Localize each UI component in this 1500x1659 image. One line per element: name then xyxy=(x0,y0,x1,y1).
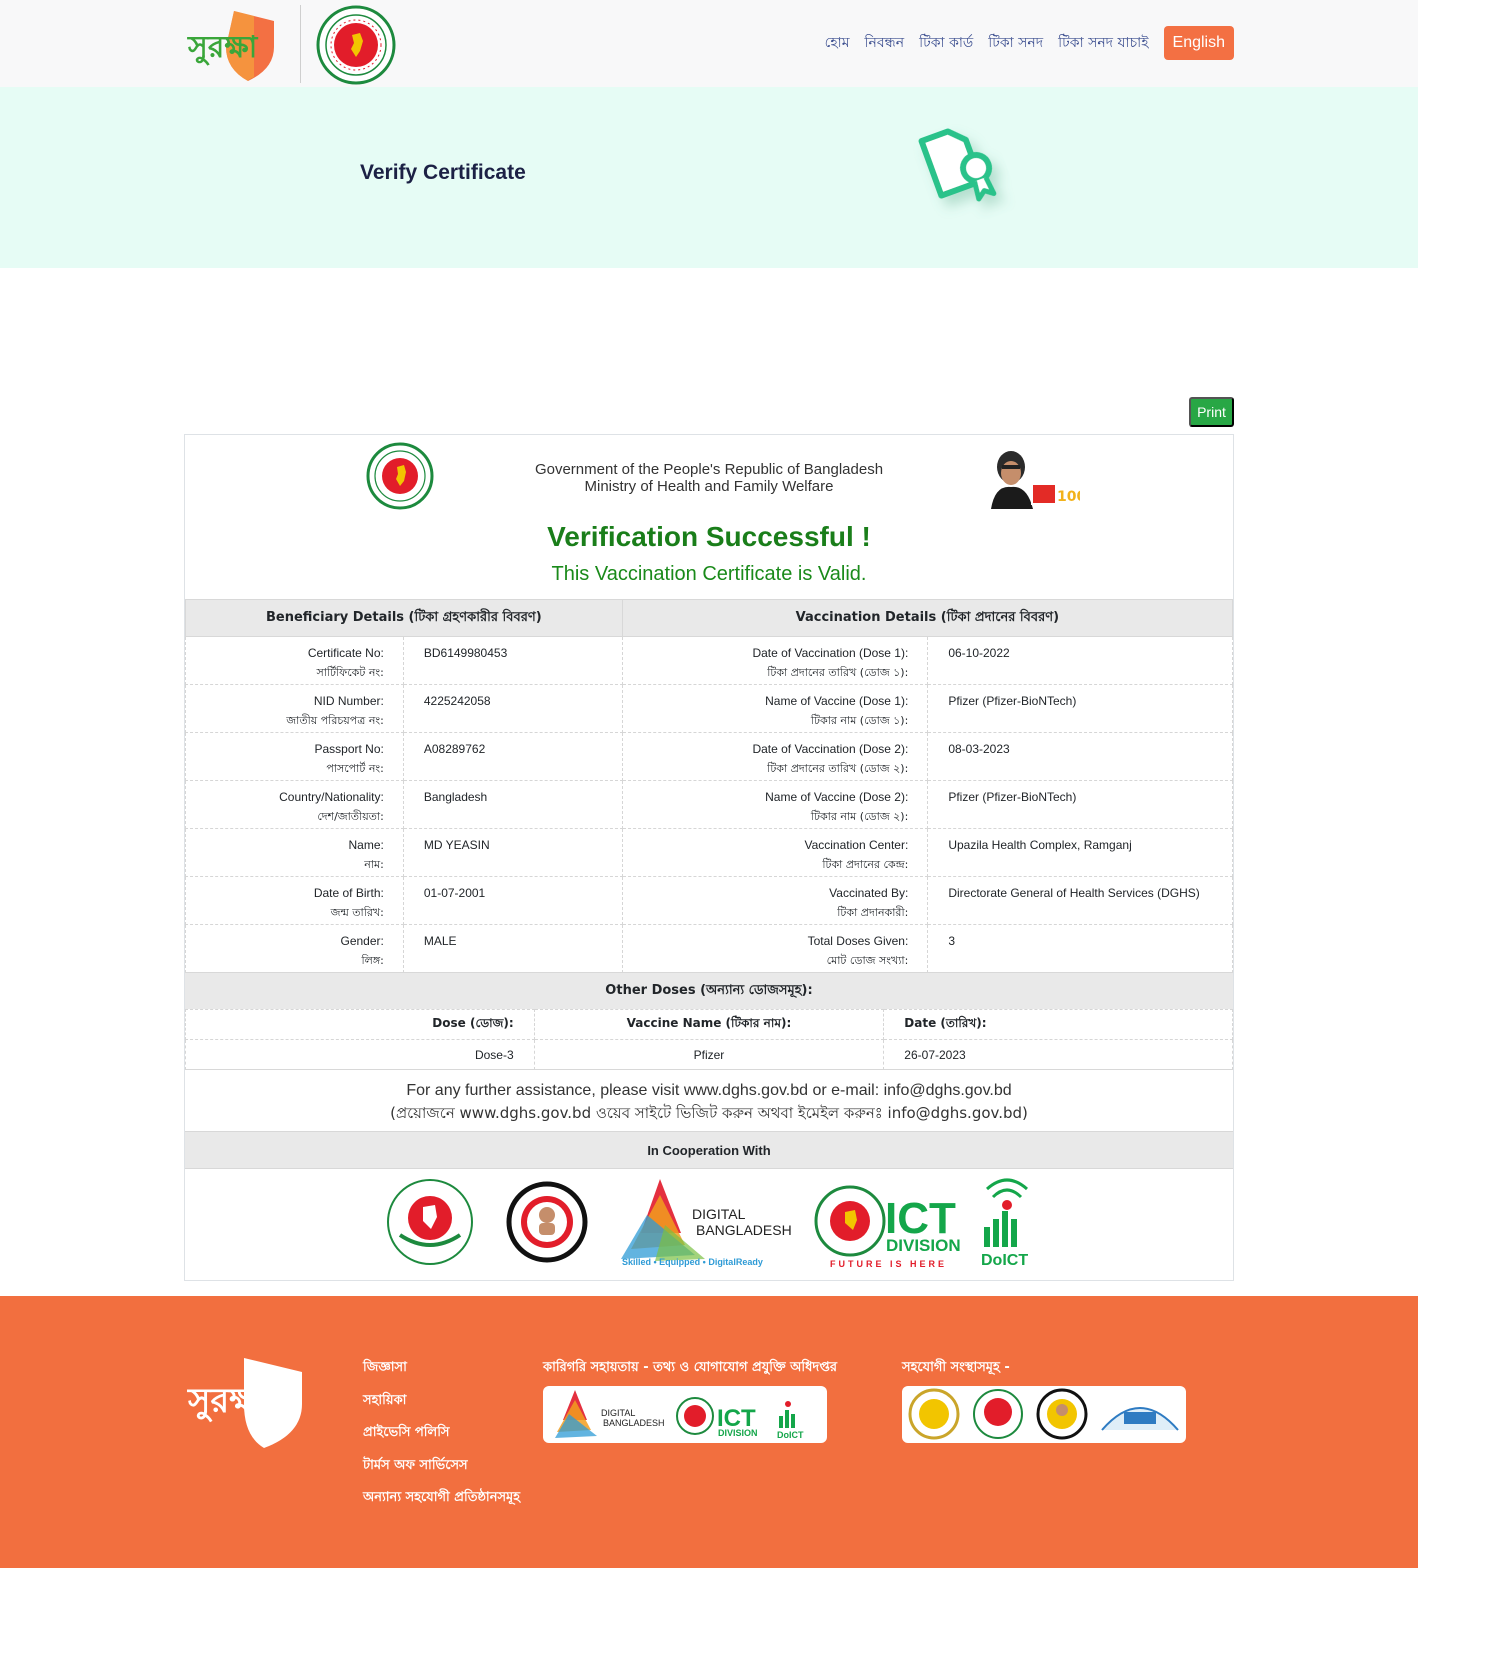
table-row: Dose-3 Pfizer 26-07-2023 xyxy=(185,1039,1233,1070)
detail-row: Certificate No: সার্টিফিকেট নং: BD6149980… xyxy=(185,636,1233,685)
detail-row: NID Number: জাতীয় পরিচয়পত্র নং: 4225242… xyxy=(185,684,1233,733)
dghs-logo xyxy=(387,1179,473,1265)
main-nav: হোম নিবন্ধন টিকা কার্ড টিকা সনদ টিকা সনদ… xyxy=(825,26,1234,60)
partners-title: সহযোগী সংস্থাসমূহ - xyxy=(902,1360,1010,1375)
svg-text:BANGLADESH: BANGLADESH xyxy=(696,1222,792,1238)
verification-certificate: 100 Government of the People's Republic … xyxy=(184,434,1234,1281)
detail-row: Country/Nationality: দেশ/জাতীয়তা: Bangla… xyxy=(185,780,1233,829)
detail-row: Name: নাম: MD YEASIN Vaccination Center: ট… xyxy=(185,828,1233,877)
print-button[interactable]: Print xyxy=(1189,397,1234,427)
svg-text:BANGLADESH: BANGLADESH xyxy=(603,1418,665,1428)
gender-value: MALE xyxy=(402,924,623,973)
surokkha-shield-logo[interactable]: সুরক্ষা xyxy=(186,7,286,83)
dose2-vaccine-value: Pfizer (Pfizer-BioNTech) xyxy=(927,780,1233,829)
vaccine-col-header: Vaccine Name (টিকার নাম): xyxy=(533,1009,885,1040)
name-value: MD YEASIN xyxy=(402,828,623,877)
vaccine-cell: Pfizer xyxy=(533,1039,885,1070)
nationality-value: Bangladesh xyxy=(402,780,623,829)
epi-logo xyxy=(506,1181,588,1263)
dose-col-header: Dose (ডোজ): xyxy=(185,1009,535,1040)
detail-row: Passport No: পাসপোর্ট নং: A08289762 Date … xyxy=(185,732,1233,781)
verification-status-subtitle: This Vaccination Certificate is Valid. xyxy=(551,563,867,585)
svg-text:Skilled • Equipped • DigitalRe: Skilled • Equipped • DigitalReady xyxy=(622,1257,763,1267)
footer-link-privacy[interactable]: প্রাইভেসি পলিসি xyxy=(363,1423,520,1456)
svg-text:DoICT: DoICT xyxy=(981,1252,1028,1269)
svg-text:DIGITAL: DIGITAL xyxy=(601,1408,635,1418)
svg-text:DoICT: DoICT xyxy=(777,1430,804,1440)
svg-text:DIVISION: DIVISION xyxy=(718,1428,758,1438)
nav-registration[interactable]: নিবন্ধন xyxy=(865,31,905,55)
dob-value: 01-07-2001 xyxy=(402,876,623,925)
digital-bangladesh-logo: DIGITAL BANGLADESH Skilled • Equipped • … xyxy=(621,1179,792,1267)
footer-link-partners[interactable]: অন্যান্য সহযোগী প্রতিষ্ঠানসমূহ xyxy=(363,1488,520,1521)
vaccinated-by-value: Directorate General of Health Services (… xyxy=(927,876,1233,925)
logo-divider xyxy=(300,5,301,83)
gov-line-2: Ministry of Health and Family Welfare xyxy=(584,478,834,495)
other-doses-header: Other Doses (অন্যান্য ডোজসমূহ): xyxy=(185,972,1233,1009)
assistance-bangla: (প্রয়োজনে www.dghs.gov.bd ওয়েব সাইটে ভ… xyxy=(390,1104,1028,1122)
dose1-vaccine-value: Pfizer (Pfizer-BioNTech) xyxy=(927,684,1233,733)
language-toggle-button[interactable]: English xyxy=(1163,26,1234,60)
gov-line-1: Government of the People's Republic of B… xyxy=(534,461,884,478)
tech-support-title: কারিগরি সহায়তায় - তথ্য ও যোগাযোগ প্রযু… xyxy=(543,1360,838,1375)
assistance-english: For any further assistance, please visit… xyxy=(406,1082,1012,1099)
beneficiary-details-header: Beneficiary Details (টিকা গ্রহণকারীর বিব… xyxy=(185,599,623,637)
svg-text:DIVISION: DIVISION xyxy=(886,1236,961,1255)
top-navbar: সুরক্ষা হোম নিবন্ধন টিকা কার্ড টিকা সনদ … xyxy=(0,0,1418,87)
verification-status-title: Verification Successful ! xyxy=(547,521,871,552)
nav-vaccine-card[interactable]: টিকা কার্ড xyxy=(919,31,973,55)
partner-logos[interactable] xyxy=(902,1386,1186,1443)
footer-link-faq[interactable]: জিজ্ঞাসা xyxy=(363,1358,520,1391)
cooperation-logos: DIGITAL BANGLADESH Skilled • Equipped • … xyxy=(387,1178,1028,1269)
footer-links: জিজ্ঞাসা সহায়িকা প্রাইভেসি পলিসি টার্মস… xyxy=(363,1358,520,1521)
tech-support-logos[interactable]: DIGITAL BANGLADESH ICT DIVISION DoICT xyxy=(543,1386,827,1443)
certificate-no-value: BD6149980453 xyxy=(402,636,623,685)
date-col-header: Date (তারিখ): xyxy=(883,1009,1233,1040)
nav-vaccine-certificate[interactable]: টিকা সনদ xyxy=(988,31,1043,55)
footer-link-terms[interactable]: টার্মস অফ সার্ভিসেস xyxy=(363,1456,520,1489)
vaccination-details-header: Vaccination Details (টিকা প্রদানের বিবরণ… xyxy=(621,599,1234,637)
svg-text:DIGITAL: DIGITAL xyxy=(692,1206,746,1222)
date-cell: 26-07-2023 xyxy=(883,1039,1233,1070)
brand-logos[interactable]: সুরক্ষা xyxy=(186,5,398,85)
svg-text:FUTURE IS HERE: FUTURE IS HERE xyxy=(830,1259,947,1269)
dose-cell: Dose-3 xyxy=(185,1039,535,1070)
govt-seal-icon xyxy=(316,5,396,85)
cooperation-header: In Cooperation With xyxy=(185,1131,1233,1169)
svg-text:সুরক্ষা: সুরক্ষা xyxy=(187,30,259,66)
other-doses-table: Dose (ডোজ): Vaccine Name (টিকার নাম): Da… xyxy=(185,1009,1233,1070)
hero-banner: Verify Certificate xyxy=(0,87,1418,268)
total-doses-value: 3 xyxy=(927,924,1233,973)
ict-division-logo: ICT DIVISION FUTURE IS HERE xyxy=(814,1185,961,1269)
passport-value: A08289762 xyxy=(402,732,623,781)
footer-link-help[interactable]: সহায়িকা xyxy=(363,1391,520,1424)
dose1-date-value: 06-10-2022 xyxy=(927,636,1233,685)
doict-logo: DoICT xyxy=(981,1178,1028,1269)
nav-home[interactable]: হোম xyxy=(825,31,850,55)
detail-row: Gender: লিঙ্গ: MALE Total Doses Given: মোট… xyxy=(185,924,1233,973)
footer: সুরক্ষা . জিজ্ঞাসা সহায়িকা প্রাইভেসি পল… xyxy=(0,1296,1418,1568)
page-title: Verify Certificate xyxy=(360,161,526,184)
nid-value: 4225242058 xyxy=(402,684,623,733)
detail-row: Date of Birth: জন্ম তারিখ: 01-07-2001 Vac… xyxy=(185,876,1233,925)
vaccination-center-value: Upazila Health Complex, Ramganj xyxy=(927,828,1233,877)
dose2-date-value: 08-03-2023 xyxy=(927,732,1233,781)
details-table: Beneficiary Details (টিকা গ্রহণকারীর বিব… xyxy=(185,599,1234,973)
assistance-note: For any further assistance, please visit… xyxy=(185,1069,1233,1131)
surokkha-footer-logo[interactable]: সুরক্ষা . xyxy=(186,1354,306,1450)
certificate-icon xyxy=(918,128,997,202)
nav-verify-certificate[interactable]: টিকা সনদ যাচাই xyxy=(1058,31,1148,55)
